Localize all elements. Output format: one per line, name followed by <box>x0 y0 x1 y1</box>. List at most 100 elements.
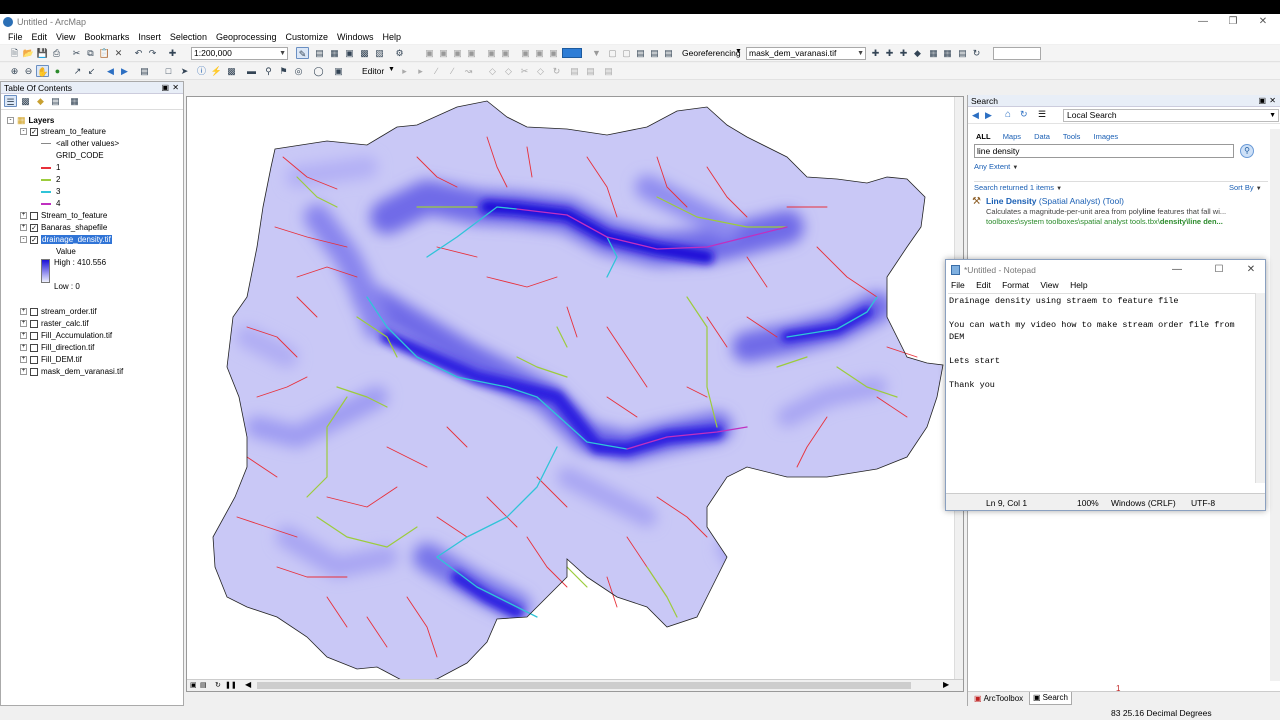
toc-layer-stream-order[interactable]: + stream_order.tif <box>20 307 97 316</box>
straight-segment-icon[interactable]: ∕ <box>430 65 443 77</box>
forward-icon[interactable]: ▶ <box>985 110 992 121</box>
collapse-icon[interactable]: - <box>20 128 27 135</box>
data-view-icon[interactable]: ▣ <box>190 681 197 689</box>
refresh-icon[interactable]: ↻ <box>1020 109 1028 120</box>
menu-file[interactable]: File <box>8 32 23 42</box>
layer-checkbox[interactable] <box>30 331 38 340</box>
arctoolbox-icon[interactable]: ▩ <box>358 47 371 59</box>
layout-view-icon[interactable]: ▤ <box>200 681 207 689</box>
np-menu-help[interactable]: Help <box>1070 280 1087 290</box>
forward-extent-icon[interactable]: ▶ <box>118 65 131 77</box>
menu-insert[interactable]: Insert <box>138 32 161 42</box>
expand-icon[interactable]: + <box>20 320 27 327</box>
redo-icon[interactable]: ↷ <box>146 47 159 59</box>
close-icon[interactable]: ✕ <box>1269 95 1276 107</box>
toc-layer-mask-dem[interactable]: + mask_dem_varanasi.tif <box>20 367 123 376</box>
cut-icon[interactable]: ✂ <box>70 47 83 59</box>
fixed-zoom-out-icon[interactable]: ↙ <box>85 65 98 77</box>
expand-icon[interactable]: + <box>20 368 27 375</box>
rotate-icon[interactable]: ↻ <box>550 65 563 77</box>
refresh-icon[interactable]: ↻ <box>215 681 221 689</box>
sort-by[interactable]: Sort By ▼ <box>1229 183 1262 192</box>
expand-icon[interactable]: + <box>20 344 27 351</box>
layer-checkbox[interactable] <box>30 211 38 220</box>
model-builder-icon[interactable]: ⚙ <box>393 47 406 59</box>
np-menu-edit[interactable]: Edit <box>976 280 991 290</box>
identify-icon[interactable]: ⓘ <box>195 65 208 77</box>
georef-input[interactable] <box>993 47 1041 60</box>
delete-icon[interactable]: ✕ <box>112 47 125 59</box>
collapse-icon[interactable]: - <box>7 117 14 124</box>
scroll-right-icon[interactable]: ▶ <box>943 680 949 689</box>
print-icon[interactable]: ⎙ <box>50 47 63 59</box>
arctoolbox-tab[interactable]: ▣ ArcToolbox <box>971 693 1026 705</box>
georef-tool-5-icon[interactable]: ▣ <box>485 47 498 59</box>
georef-tool-6-icon[interactable]: ▣ <box>499 47 512 59</box>
restore-icon[interactable]: ❐ <box>1218 14 1248 30</box>
layer-checkbox[interactable] <box>30 355 38 364</box>
pan-hand-icon[interactable]: ✋ <box>36 65 49 77</box>
new-document-icon[interactable]: 🗎 <box>8 47 21 59</box>
layer-checkbox[interactable] <box>30 343 38 352</box>
list-by-selection-icon[interactable]: ▤ <box>49 95 62 107</box>
edit-vertices-icon[interactable]: ◇ <box>486 65 499 77</box>
control-point-2-icon[interactable]: ✚ <box>883 47 896 59</box>
menu-edit[interactable]: Edit <box>32 32 48 42</box>
toc-layer-fill-accumulation[interactable]: + Fill_Accumulation.tif <box>20 331 112 340</box>
refresh-georef-icon[interactable]: ↻ <box>970 47 983 59</box>
georef-tool-8-icon[interactable]: ▣ <box>533 47 546 59</box>
search-scope-combo[interactable]: Local Search ▼ <box>1063 109 1279 122</box>
go-to-xy-icon[interactable]: ◎ <box>292 65 305 77</box>
undo-icon[interactable]: ↶ <box>132 47 145 59</box>
drainage-density-map[interactable] <box>187 97 964 692</box>
edit-annotation-icon[interactable]: ▸ <box>414 65 427 77</box>
close-icon[interactable]: ✕ <box>1236 260 1266 280</box>
editor-toolbar-icon[interactable]: ✎ <box>296 47 309 59</box>
add-data-icon[interactable]: ✚ <box>166 47 179 59</box>
notepad-scrollbar[interactable] <box>1255 293 1265 483</box>
expand-icon[interactable]: + <box>20 224 27 231</box>
edit-tool-icon[interactable]: ▸ <box>398 65 411 77</box>
pin-icon[interactable]: ▣ <box>161 82 169 94</box>
back-icon[interactable]: ◀ <box>972 110 979 121</box>
save-icon[interactable]: 💾 <box>36 47 49 59</box>
hyperlink-icon[interactable]: ⚡ <box>210 65 223 77</box>
toc-layer-stream-to-feature-2[interactable]: + Stream_to_feature <box>20 211 107 220</box>
full-extent-icon[interactable]: ● <box>51 65 64 77</box>
find-route-icon[interactable]: ⚑ <box>277 65 290 77</box>
close-icon[interactable]: ✕ <box>1248 14 1278 30</box>
list-by-drawing-order-icon[interactable]: ☰ <box>4 95 17 107</box>
notepad-text-area[interactable]: Drainage density using straem to feature… <box>948 293 1255 493</box>
layer-checkbox[interactable]: ✓ <box>30 223 38 232</box>
time-slider-icon[interactable]: ◯ <box>312 65 325 77</box>
georef-tool-2-icon[interactable]: ▣ <box>437 47 450 59</box>
expand-icon[interactable]: + <box>20 356 27 363</box>
catalog-window-icon[interactable]: ▦ <box>328 47 341 59</box>
toc-layer-raster-calc[interactable]: + raster_calc.tif <box>20 319 89 328</box>
zoom-in-icon[interactable]: ⊕ <box>8 65 21 77</box>
control-point-3-icon[interactable]: ✚ <box>897 47 910 59</box>
georeferencing-menu[interactable]: Georeferencing <box>682 48 741 58</box>
back-extent-icon[interactable]: ◀ <box>104 65 117 77</box>
paste-icon[interactable]: 📋 <box>98 47 111 59</box>
zoom-out-icon[interactable]: ⊖ <box>22 65 35 77</box>
create-viewer-icon[interactable]: ▣ <box>332 65 345 77</box>
toc-layer-drainage-density[interactable]: - ✓ drainage_density.tif <box>20 235 112 244</box>
trace-icon[interactable]: ↝ <box>462 65 475 77</box>
menu-bookmarks[interactable]: Bookmarks <box>84 32 129 42</box>
attributes-icon[interactable]: ▤ <box>568 65 581 77</box>
layout-tool-2-icon[interactable]: ▢ <box>620 47 633 59</box>
tab-tools[interactable]: Tools <box>1063 132 1081 141</box>
result-title[interactable]: Line Density <box>986 196 1037 206</box>
layout-tool-4-icon[interactable]: ▤ <box>648 47 661 59</box>
layout-tool-3-icon[interactable]: ▤ <box>634 47 647 59</box>
georef-tool-10-icon[interactable]: ▼ <box>590 47 603 59</box>
scroll-left-icon[interactable]: ◀ <box>245 680 251 689</box>
georef-layer-combo[interactable]: mask_dem_varanasi.tif ▼ <box>746 47 866 60</box>
list-by-visibility-icon[interactable]: ◆ <box>34 95 47 107</box>
collapse-icon[interactable]: - <box>20 236 27 243</box>
np-menu-file[interactable]: File <box>951 280 965 290</box>
layer-checkbox[interactable] <box>30 319 38 328</box>
search-input[interactable]: line density <box>974 144 1234 158</box>
html-popup-icon[interactable]: ▩ <box>225 65 238 77</box>
